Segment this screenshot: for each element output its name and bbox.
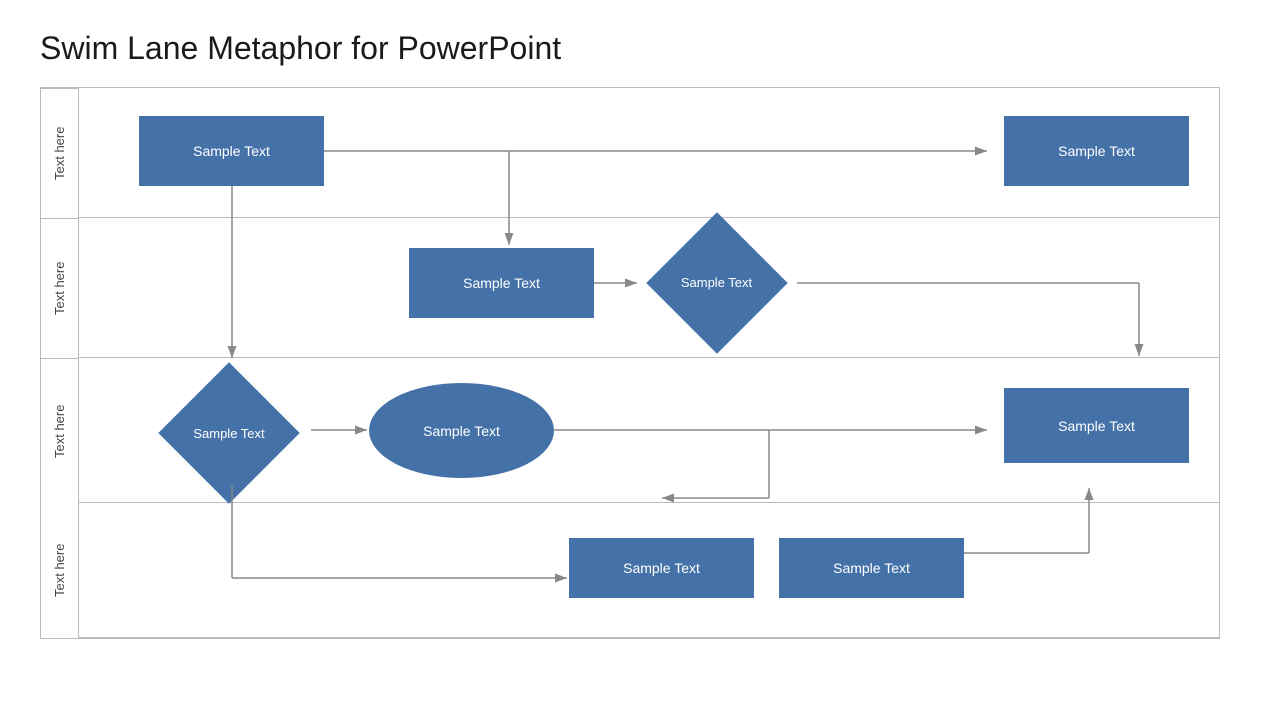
shape-rect2: Sample Text bbox=[1004, 116, 1189, 186]
shape-rect3: Sample Text bbox=[409, 248, 594, 318]
shape-rect4: Sample Text bbox=[1004, 388, 1189, 463]
shape-ellipse: Sample Text bbox=[369, 383, 554, 478]
diagram: Text here Text here Text here Text here … bbox=[40, 87, 1220, 639]
shape-diamond1: Sample Text bbox=[639, 230, 794, 335]
lane-label-2: Text here bbox=[41, 218, 78, 358]
lane-label-1: Text here bbox=[41, 88, 78, 218]
lane-1: Sample Text Sample Text bbox=[79, 88, 1219, 218]
lane-label-3: Text here bbox=[41, 358, 78, 503]
lane-labels: Text here Text here Text here Text here bbox=[41, 88, 79, 638]
shape-diamond2: Sample Text bbox=[149, 378, 309, 488]
shape-rect6: Sample Text bbox=[779, 538, 964, 598]
lanes-content: Sample Text Sample Text Sample Text Samp… bbox=[79, 88, 1219, 638]
lane-label-4: Text here bbox=[41, 503, 78, 638]
lane-4: Sample Text Sample Text bbox=[79, 503, 1219, 638]
page-title: Swim Lane Metaphor for PowerPoint bbox=[40, 30, 1240, 67]
shape-rect5: Sample Text bbox=[569, 538, 754, 598]
lane-2: Sample Text Sample Text bbox=[79, 218, 1219, 358]
lane-3: Sample Text Sample Text Sample Text bbox=[79, 358, 1219, 503]
shape-rect1: Sample Text bbox=[139, 116, 324, 186]
page: Swim Lane Metaphor for PowerPoint Text h… bbox=[0, 0, 1280, 659]
